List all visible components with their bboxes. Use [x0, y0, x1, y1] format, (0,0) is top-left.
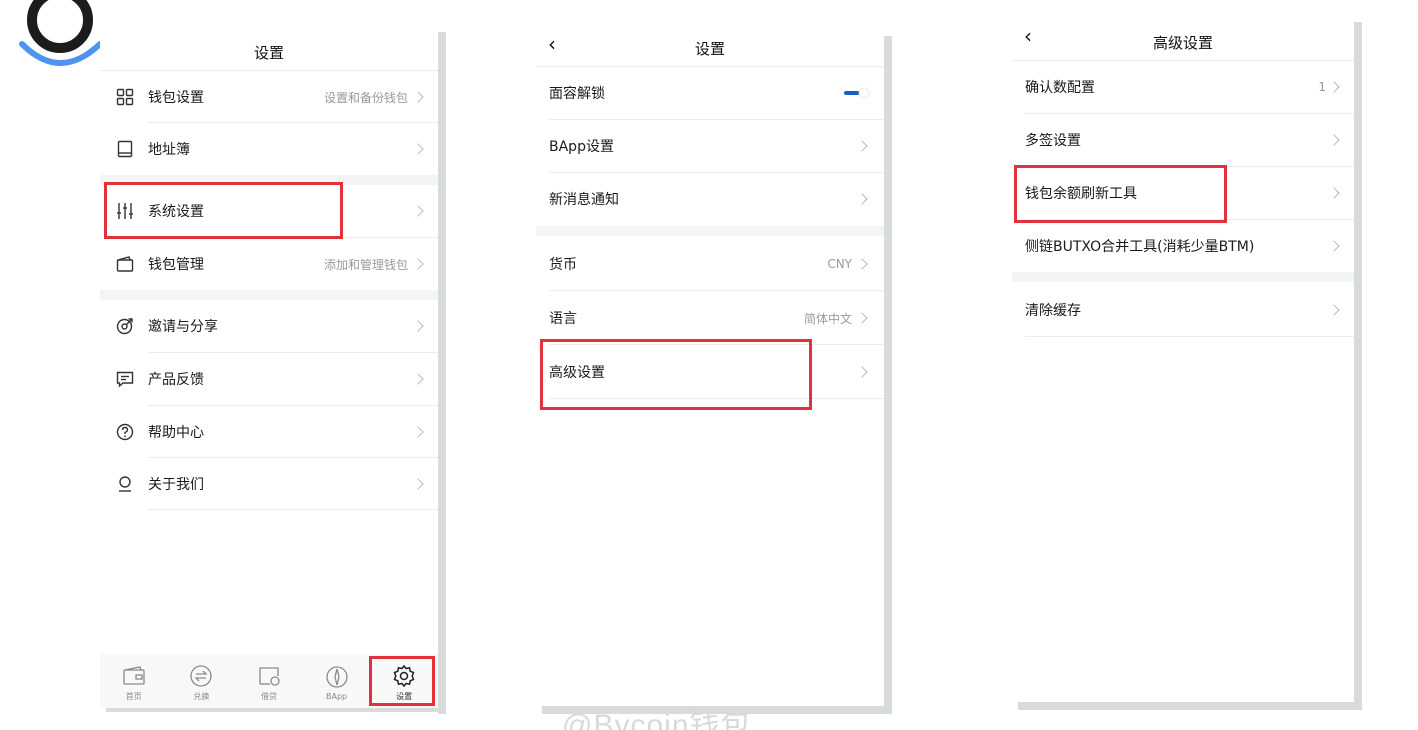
settings-item-value: 1 [1318, 80, 1326, 94]
chevron-right-icon [1328, 134, 1340, 146]
chevron-right-icon [412, 91, 424, 103]
settings-item-notifications[interactable]: 新消息通知 [536, 173, 884, 225]
settings-item-invite-share[interactable]: 邀请与分享 [100, 300, 438, 352]
settings-item-label: 清除缓存 [1025, 303, 1081, 319]
chevron-right-icon [412, 426, 424, 438]
settings-item-butxo-merge[interactable]: 侧链BUTXO合并工具(消耗少量BTM) [1012, 220, 1354, 272]
highlight-box [104, 182, 343, 239]
divider [1025, 336, 1354, 337]
settings-item-label: 钱包设置 [148, 90, 204, 106]
screen-shadow [884, 36, 892, 714]
settings-item-label: 货币 [549, 257, 577, 273]
watermark: @Bycoin钱包 [562, 709, 752, 730]
compass-icon [325, 666, 348, 688]
settings-item-confirmations[interactable]: 确认数配置 1 [1012, 61, 1354, 113]
settings-item-language[interactable]: 语言 简体中文 [536, 292, 884, 344]
tab-loan[interactable]: 借贷 [235, 654, 303, 708]
settings-item-label: 侧链BUTXO合并工具(消耗少量BTM) [1025, 239, 1255, 255]
settings-item-label: 钱包管理 [148, 257, 204, 273]
settings-item-about-us[interactable]: 关于我们 [100, 458, 438, 510]
settings-item-label: 面容解锁 [549, 86, 605, 102]
settings-item-wallet-management[interactable]: 钱包管理 添加和管理钱包 [100, 238, 438, 290]
settings-item-multisig[interactable]: 多签设置 [1012, 114, 1354, 166]
divider [148, 509, 438, 510]
wallet-icon [116, 256, 134, 272]
settings-item-label: 产品反馈 [148, 372, 204, 388]
page-title: 设置 [253, 44, 284, 62]
tab-exchange[interactable]: 兑换 [168, 654, 236, 708]
chevron-right-icon [412, 258, 424, 270]
chevron-right-icon [412, 205, 424, 217]
settings-item-value: 添加和管理钱包 [323, 257, 408, 272]
chevron-right-icon [412, 373, 424, 385]
settings-item-clear-cache[interactable]: 清除缓存 [1012, 284, 1354, 336]
highlight-box [540, 339, 812, 410]
screen-shadow [1354, 22, 1362, 710]
settings-item-label: 确认数配置 [1025, 80, 1095, 96]
tab-label: 兑换 [193, 692, 210, 701]
help-icon [116, 423, 134, 441]
settings-item-address-book[interactable]: 地址簿 [100, 123, 438, 175]
settings-item-help-center[interactable]: 帮助中心 [100, 406, 438, 458]
chevron-right-icon [1328, 187, 1340, 199]
chevron-right-icon [412, 478, 424, 490]
chevron-right-icon [1328, 240, 1340, 252]
face-unlock-toggle[interactable] [844, 87, 870, 99]
screen-shadow [438, 32, 446, 714]
chat-icon [116, 371, 134, 388]
settings-item-value: 简体中文 [803, 311, 852, 326]
settings-item-label: 多签设置 [1025, 133, 1081, 149]
page-title: 高级设置 [1152, 34, 1213, 52]
exchange-icon [190, 665, 213, 687]
settings-item-label: 邀请与分享 [148, 319, 218, 335]
settings-item-currency[interactable]: 货币 CNY [536, 238, 884, 290]
chevron-right-icon [856, 193, 868, 205]
chevron-right-icon [856, 366, 868, 378]
screen-advanced-settings: ‹ 高级设置 确认数配置 1 多签设置 钱包余额刷新工具 侧链BUTXO合并工具… [1012, 18, 1354, 702]
tab-bapp[interactable]: BApp [303, 654, 371, 708]
settings-item-feedback[interactable]: 产品反馈 [100, 353, 438, 405]
user-icon [119, 476, 131, 492]
settings-item-face-unlock[interactable]: 面容解锁 [536, 67, 884, 119]
grid-icon [116, 88, 134, 106]
chevron-right-icon [1328, 304, 1340, 316]
chevron-right-icon [856, 140, 868, 152]
settings-item-label: 帮助中心 [148, 425, 204, 441]
screen-settings: 设置 钱包设置 设置和备份钱包 地址簿 系统设置 钱包管理 添加和管理钱包 邀请… [100, 28, 438, 708]
section-gap [100, 290, 438, 300]
page-title: 设置 [694, 40, 725, 58]
settings-item-bapp-settings[interactable]: BApp设置 [536, 120, 884, 172]
chevron-right-icon [412, 143, 424, 155]
tab-home[interactable]: 首页 [100, 654, 168, 708]
highlight-box [1014, 165, 1227, 223]
home-icon [123, 666, 145, 685]
settings-item-value: 设置和备份钱包 [323, 90, 408, 105]
chevron-right-icon [412, 320, 424, 332]
settings-item-value: CNY [827, 257, 852, 271]
loan-icon [259, 667, 280, 686]
settings-item-label: 地址簿 [148, 142, 190, 158]
section-gap [1012, 272, 1354, 282]
highlight-box [369, 656, 435, 706]
chevron-right-icon [856, 312, 868, 324]
settings-item-wallet-settings[interactable]: 钱包设置 设置和备份钱包 [100, 71, 438, 123]
settings-item-label: BApp设置 [549, 139, 614, 155]
chevron-right-icon [1328, 81, 1340, 93]
settings-item-label: 关于我们 [148, 477, 204, 493]
tab-label: BApp [326, 692, 348, 701]
brand-logo-icon [19, 0, 103, 66]
divider [549, 290, 884, 291]
section-gap [536, 226, 884, 236]
screen-shadow [1018, 702, 1362, 710]
chevron-right-icon [856, 258, 868, 270]
settings-item-label: 语言 [549, 311, 577, 327]
settings-item-label: 新消息通知 [549, 192, 619, 208]
share-icon [116, 318, 133, 335]
tab-label: 首页 [125, 692, 142, 701]
tab-label: 借贷 [260, 692, 277, 701]
book-icon [117, 140, 133, 158]
